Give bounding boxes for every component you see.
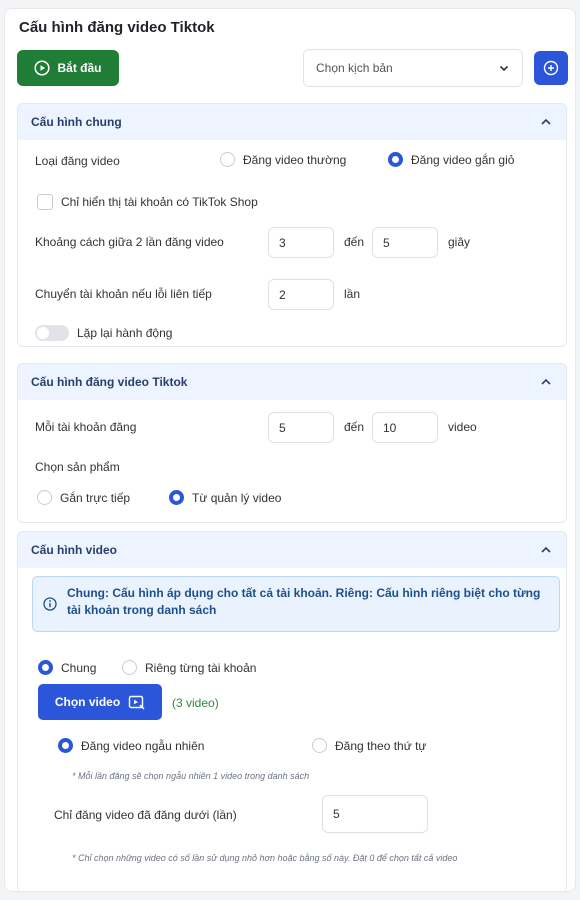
shop-only-checkbox[interactable]: Chỉ hiển thị tài khoản có TikTok Shop [37, 194, 258, 210]
per-account-from-input[interactable]: 5 [268, 412, 334, 443]
radio-circle [220, 152, 235, 167]
section-video-title: Cấu hình video [31, 543, 118, 557]
radio-scope-common[interactable]: Chung [38, 660, 96, 675]
chevron-up-icon[interactable] [539, 375, 553, 389]
section-general: Cấu hình chung Loại đăng video Đăng vide… [17, 103, 567, 347]
add-scenario-button[interactable] [534, 51, 568, 85]
choose-video-label: Chọn video [54, 695, 121, 709]
play-circle-icon [34, 60, 51, 76]
start-button-label: Bắt đầu [57, 61, 102, 75]
radio-circle [312, 738, 327, 753]
chevron-down-icon [499, 65, 509, 72]
start-button[interactable]: Bắt đầu [17, 50, 119, 86]
interval-to-word: đến [344, 235, 365, 249]
max-used-input[interactable]: 5 [322, 795, 428, 833]
radio-circle [122, 660, 137, 675]
per-account-unit: video [448, 420, 477, 434]
info-icon [43, 597, 57, 611]
product-label: Chọn sản phẩm [35, 460, 120, 474]
interval-label: Khoảng cách giữa 2 lần đăng video [35, 235, 224, 249]
switch-account-unit: lần [344, 287, 361, 301]
radio-scope-individual-label: Riêng từng tài khoản [145, 660, 257, 675]
radio-order-random-label: Đăng video ngẫu nhiên [81, 738, 205, 753]
section-tiktok-title: Cấu hình đăng video Tiktok [31, 375, 188, 389]
radio-product-direct-label: Gắn trực tiếp [60, 490, 131, 505]
plus-circle-icon [543, 60, 559, 76]
page-title: Cấu hình đăng video Tiktok [19, 19, 215, 36]
random-note: * Mỗi lần đăng sẽ chọn ngẫu nhiên 1 vide… [72, 771, 310, 781]
section-video-header[interactable]: Cấu hình video [18, 532, 566, 568]
per-account-to-input[interactable]: 10 [372, 412, 438, 443]
post-type-label: Loại đăng video [35, 154, 120, 168]
scenario-select[interactable]: Chọn kịch bản [303, 49, 523, 87]
radio-product-manager-label: Từ quản lý video [192, 490, 282, 505]
switch-account-label: Chuyển tài khoản nếu lỗi liên tiếp [35, 287, 212, 301]
interval-unit: giây [448, 235, 471, 249]
max-used-note: * Chỉ chọn những video có số lần sử dụng… [72, 853, 458, 863]
radio-order-sequential[interactable]: Đăng theo thứ tự [312, 738, 426, 753]
radio-product-manager[interactable]: Từ quản lý video [169, 490, 281, 505]
section-general-header[interactable]: Cấu hình chung [18, 104, 566, 140]
per-account-label: Mỗi tài khoản đăng [35, 420, 137, 434]
repeat-toggle[interactable]: Lặp lại hành động [35, 325, 172, 341]
radio-order-sequential-label: Đăng theo thứ tự [335, 738, 427, 753]
chevron-up-icon[interactable] [539, 115, 553, 129]
radio-post-cart[interactable]: Đăng video gắn giỏ [388, 152, 514, 167]
radio-circle-selected [388, 152, 403, 167]
toggle-switch [35, 325, 69, 341]
choose-video-button[interactable]: Chọn video [38, 684, 162, 720]
max-used-label: Chỉ đăng video đã đăng dưới (lần) [54, 808, 237, 822]
scenario-select-value: Chọn kịch bản [316, 61, 393, 75]
checkbox-box [37, 194, 53, 210]
shop-only-label: Chỉ hiển thị tài khoản có TikTok Shop [61, 195, 258, 209]
radio-circle-selected [58, 738, 73, 753]
radio-order-random[interactable]: Đăng video ngẫu nhiên [58, 738, 204, 753]
radio-post-normal[interactable]: Đăng video thường [220, 152, 346, 167]
radio-circle [37, 490, 52, 505]
radio-product-direct[interactable]: Gắn trực tiếp [37, 490, 130, 505]
radio-scope-individual[interactable]: Riêng từng tài khoản [122, 660, 256, 675]
interval-from-input[interactable]: 3 [268, 227, 334, 258]
section-general-title: Cấu hình chung [31, 115, 122, 129]
radio-post-normal-label: Đăng video thường [243, 152, 347, 167]
radio-circle-selected [169, 490, 184, 505]
interval-to-input[interactable]: 5 [372, 227, 438, 258]
section-tiktok-header[interactable]: Cấu hình đăng video Tiktok [18, 364, 566, 400]
per-account-to-word: đến [344, 420, 365, 434]
video-count: (3 video) [172, 696, 219, 710]
section-tiktok: Cấu hình đăng video Tiktok Mỗi tài khoản… [17, 363, 567, 523]
config-card: Cấu hình đăng video Tiktok Bắt đầu Chọn … [4, 8, 576, 892]
info-text: Chung: Cấu hình áp dụng cho tất cả tài k… [67, 586, 541, 617]
section-video: Cấu hình video Chung: Cấu hình áp dụng c… [17, 531, 567, 891]
switch-account-input[interactable]: 2 [268, 279, 334, 310]
radio-scope-common-label: Chung [61, 660, 97, 675]
video-file-icon [128, 695, 145, 709]
repeat-label: Lặp lại hành động [77, 326, 173, 340]
radio-circle-selected [38, 660, 53, 675]
chevron-up-icon[interactable] [539, 543, 553, 557]
info-banner: Chung: Cấu hình áp dụng cho tất cả tài k… [32, 576, 560, 632]
radio-post-cart-label: Đăng video gắn giỏ [411, 152, 515, 167]
